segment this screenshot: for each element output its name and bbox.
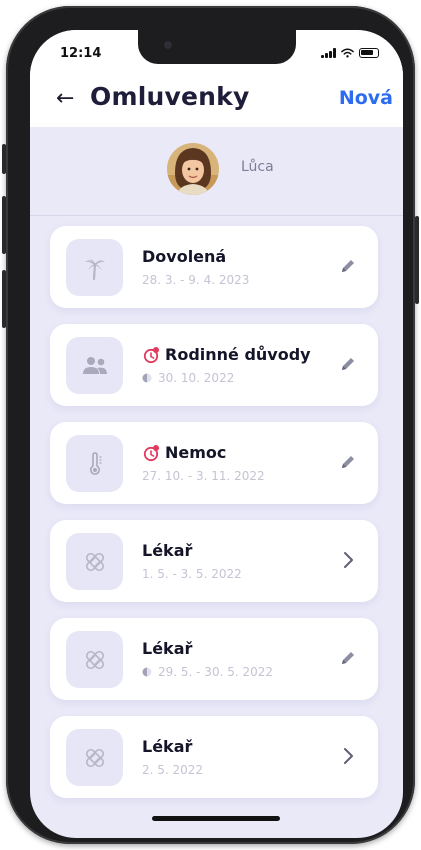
page-title: Omluvenky — [90, 82, 250, 111]
home-indicator[interactable] — [152, 816, 280, 821]
screen: 12:14 ← Omluvenky Nová Lůca Dovolená 28.… — [30, 30, 403, 838]
mute-switch — [2, 144, 6, 174]
student-name: Lůca — [241, 159, 274, 175]
people-icon — [66, 337, 123, 394]
avatar[interactable] — [167, 143, 219, 195]
clock-alert-icon — [143, 444, 159, 461]
excuse-title: Lékař — [142, 541, 193, 560]
excuse-dates: 30. 10. 2022 — [158, 371, 235, 385]
excuse-card[interactable]: Rodinné důvody 30. 10. 2022 — [50, 324, 378, 406]
volume-down-button — [2, 270, 6, 328]
excuse-title: Lékař — [142, 737, 193, 756]
notch — [138, 30, 296, 64]
excuse-dates: 2. 5. 2022 — [142, 763, 204, 777]
pencil-icon[interactable] — [336, 646, 360, 670]
battery-icon — [359, 48, 379, 58]
excuse-title: Dovolená — [142, 247, 227, 266]
excuse-title: Lékař — [142, 639, 193, 658]
thermometer-icon — [66, 435, 123, 492]
status-time: 12:14 — [60, 46, 102, 61]
new-excuse-button[interactable]: Nová — [339, 87, 393, 109]
excuse-card[interactable]: Lékař 29. 5. - 30. 5. 2022 — [50, 618, 378, 700]
clock-alert-icon — [143, 346, 159, 363]
excuse-card[interactable]: Lékař 2. 5. 2022 — [50, 716, 378, 798]
excuse-card[interactable]: Dovolená 28. 3. - 9. 4. 2023 — [50, 226, 378, 308]
volume-up-button — [2, 196, 6, 254]
excuse-dates: 1. 5. - 3. 5. 2022 — [142, 567, 242, 581]
status-icons — [321, 48, 379, 58]
excuse-dates: 28. 3. - 9. 4. 2023 — [142, 273, 250, 287]
excuse-dates: 27. 10. - 3. 11. 2022 — [142, 469, 265, 483]
excuse-card[interactable]: Lékař 1. 5. - 3. 5. 2022 — [50, 520, 378, 602]
palm-tree-icon — [66, 239, 123, 296]
back-button[interactable]: ← — [56, 88, 74, 110]
chevron-right-icon[interactable] — [336, 744, 360, 768]
pencil-icon[interactable] — [336, 352, 360, 376]
signal-icon — [321, 48, 336, 58]
excuse-card[interactable]: Nemoc 27. 10. - 3. 11. 2022 — [50, 422, 378, 504]
pencil-icon[interactable] — [336, 254, 360, 278]
pencil-icon[interactable] — [336, 450, 360, 474]
bandage-icon — [66, 631, 123, 688]
bandage-icon — [66, 533, 123, 590]
excuse-title: Rodinné důvody — [165, 345, 311, 364]
chevron-right-icon[interactable] — [336, 548, 360, 572]
excuse-title: Nemoc — [165, 443, 227, 462]
half-day-icon — [142, 373, 152, 383]
excuse-dates: 29. 5. - 30. 5. 2022 — [158, 665, 274, 679]
wifi-icon — [341, 48, 354, 58]
phone-frame: 12:14 ← Omluvenky Nová Lůca Dovolená 28.… — [2, 6, 419, 844]
power-button — [415, 216, 419, 304]
camera-icon — [164, 41, 172, 49]
half-day-icon — [142, 667, 152, 677]
bandage-icon — [66, 729, 123, 786]
